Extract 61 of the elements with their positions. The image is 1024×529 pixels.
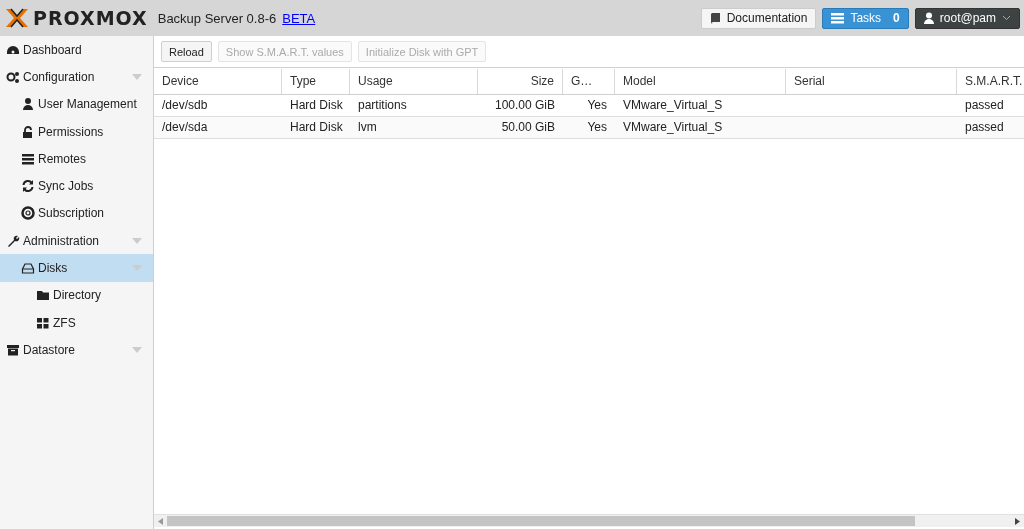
sidebar-item[interactable]: Administration — [0, 227, 153, 255]
sidebar-item[interactable]: Subscription — [0, 199, 153, 228]
expand-arrow-icon[interactable] — [132, 237, 142, 244]
table-cell: VMware_Virtual_S — [623, 98, 723, 112]
caret-icon — [1002, 15, 1011, 21]
column-header[interactable]: Device — [154, 69, 282, 94]
horizontal-scrollbar[interactable] — [154, 514, 1024, 527]
table-cell: 50.00 GiB — [501, 120, 555, 134]
sidebar-item[interactable]: User Management — [0, 90, 153, 118]
server-icon — [21, 151, 35, 166]
sidebar-item[interactable]: Disks — [0, 254, 153, 282]
sidebar-item[interactable]: Sync Jobs — [0, 172, 153, 200]
grid-icon — [36, 315, 50, 330]
expand-arrow-icon[interactable] — [132, 265, 142, 271]
table-cell: Hard Disk — [290, 120, 343, 134]
lifebuoy-icon — [21, 206, 35, 221]
column-header[interactable]: S.M.A.R.T. — [957, 69, 1024, 94]
scroll-right-icon[interactable] — [1015, 517, 1020, 525]
table-cell: Yes — [587, 120, 607, 134]
column-header[interactable]: G… — [563, 69, 615, 94]
sidebar-item[interactable]: Remotes — [0, 145, 153, 173]
sidebar-item[interactable]: Configuration — [0, 63, 153, 91]
logo-icon — [6, 7, 28, 29]
user-icon — [923, 12, 934, 24]
column-header[interactable]: Size — [478, 69, 563, 94]
table-cell: lvm — [358, 120, 377, 134]
sidebar-item[interactable]: Dashboard — [0, 36, 153, 64]
expand-arrow-icon[interactable] — [132, 73, 142, 80]
toolbar-button[interactable]: Reload — [161, 41, 212, 62]
archive-icon — [6, 342, 20, 357]
sidebar-item[interactable]: ZFS — [0, 308, 153, 337]
drive-icon — [21, 261, 35, 275]
expand-arrow-icon[interactable] — [132, 346, 142, 353]
table-cell: Yes — [587, 98, 607, 112]
table-cell: Hard Disk — [290, 98, 343, 112]
table-cell: partitions — [358, 98, 407, 112]
scroll-left-icon[interactable] — [158, 517, 163, 525]
list-icon — [831, 12, 845, 24]
table-cell: passed — [965, 98, 1004, 112]
folder-icon — [36, 288, 50, 303]
documentation-button[interactable]: Documentation — [700, 7, 817, 29]
refresh-icon — [21, 179, 35, 194]
logo-text: PROXMOX — [33, 7, 148, 29]
user-menu-button[interactable]: root@pam — [914, 7, 1020, 29]
column-header[interactable]: Model — [615, 69, 786, 94]
sidebar-item[interactable]: Directory — [0, 281, 153, 309]
wrench-icon — [6, 233, 20, 248]
table-cell: /dev/sdb — [162, 98, 208, 112]
column-header[interactable]: Usage — [350, 69, 478, 94]
column-header[interactable]: Type — [282, 69, 350, 94]
table-cell: /dev/sda — [162, 120, 208, 134]
table-cell: 100.00 GiB — [494, 98, 555, 112]
user-icon — [21, 97, 35, 112]
table-cell: VMware_Virtual_S — [623, 120, 723, 134]
sidebar-item[interactable]: Permissions — [0, 117, 153, 146]
sidebar-item[interactable]: Datastore — [0, 336, 153, 364]
unlock-icon — [21, 124, 35, 139]
product-title: Backup Server 0.8-6 — [157, 10, 277, 26]
table-cell: passed — [965, 120, 1004, 134]
beta-link[interactable]: BETA — [282, 10, 316, 26]
column-header[interactable]: Serial — [786, 69, 957, 94]
